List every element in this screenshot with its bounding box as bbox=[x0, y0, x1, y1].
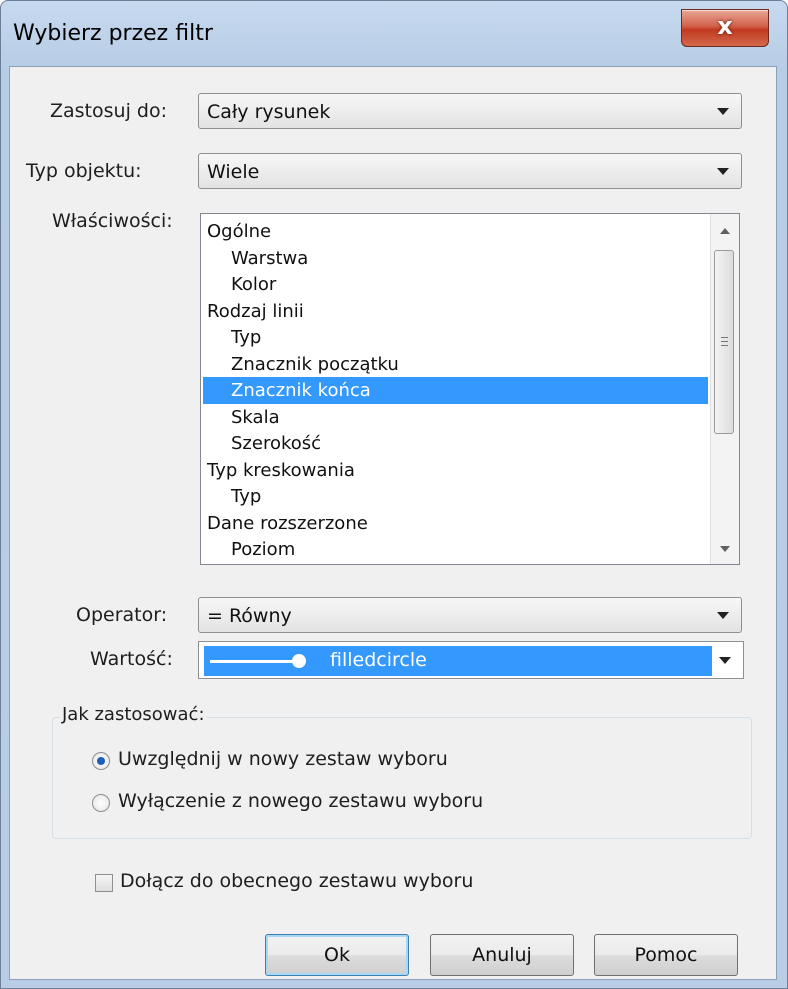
property-item[interactable]: Ogólne bbox=[203, 218, 271, 245]
property-item[interactable]: Szerokość bbox=[203, 430, 321, 457]
scroll-thumb[interactable] bbox=[714, 250, 734, 434]
ok-button[interactable]: Ok bbox=[265, 934, 409, 976]
properties-scrollbar[interactable] bbox=[710, 214, 739, 564]
property-item[interactable]: Poziom bbox=[203, 536, 295, 563]
property-item[interactable]: Dane rozszerzone bbox=[203, 510, 368, 537]
close-button[interactable]: x bbox=[681, 9, 769, 47]
append-checkbox-label[interactable]: Dołącz do obecnego zestawu wyboru bbox=[120, 870, 473, 892]
filled-circle-icon bbox=[292, 654, 306, 668]
property-item[interactable]: Znacznik końca bbox=[203, 377, 708, 404]
dialog-body: Zastosuj do: Cały rysunek Typ objektu: W… bbox=[9, 66, 777, 980]
property-item[interactable]: Hiperłącze bbox=[203, 563, 326, 565]
help-button[interactable]: Pomoc bbox=[594, 934, 738, 976]
operator-label: Operator: bbox=[76, 604, 168, 626]
window-title: Wybierz przez filtr bbox=[13, 21, 213, 46]
chevron-down-icon bbox=[719, 657, 731, 664]
object-type-value: Wiele bbox=[207, 161, 260, 183]
append-checkbox[interactable] bbox=[95, 874, 113, 892]
apply-to-value: Cały rysunek bbox=[207, 101, 331, 123]
scroll-down-icon[interactable] bbox=[720, 546, 730, 552]
properties-label: Właściwości: bbox=[52, 210, 173, 232]
property-item[interactable]: Typ bbox=[203, 483, 261, 510]
property-item[interactable]: Rodzaj linii bbox=[203, 298, 304, 325]
chevron-down-icon bbox=[717, 168, 729, 175]
title-bar[interactable]: Wybierz przez filtr x bbox=[1, 1, 787, 67]
close-icon: x bbox=[717, 12, 733, 40]
filter-dialog: Wybierz przez filtr x Zastosuj do: Cały … bbox=[0, 0, 788, 989]
property-item[interactable]: Skala bbox=[203, 404, 280, 431]
include-radio-label[interactable]: Uwzględnij w nowy zestaw wyboru bbox=[118, 748, 448, 770]
chevron-down-icon bbox=[717, 612, 729, 619]
property-item[interactable]: Typ kreskowania bbox=[203, 457, 355, 484]
property-item[interactable]: Warstwa bbox=[203, 245, 308, 272]
property-item[interactable]: Znacznik początku bbox=[203, 351, 399, 378]
value-text: filledcircle bbox=[330, 649, 427, 671]
cancel-button[interactable]: Anuluj bbox=[430, 934, 574, 976]
apply-to-label: Zastosuj do: bbox=[50, 100, 167, 122]
apply-mode-group bbox=[52, 717, 752, 839]
line-sample-icon bbox=[210, 660, 300, 663]
grip-line bbox=[721, 341, 728, 342]
property-item[interactable]: Typ bbox=[203, 324, 261, 351]
value-selected[interactable]: filledcircle bbox=[204, 646, 712, 676]
apply-mode-title: Jak zastosować: bbox=[60, 704, 207, 725]
value-label: Wartość: bbox=[90, 648, 173, 670]
include-radio[interactable] bbox=[92, 752, 110, 770]
exclude-radio[interactable] bbox=[92, 794, 110, 812]
object-type-select[interactable]: Wiele bbox=[198, 153, 742, 189]
grip-line bbox=[721, 345, 728, 346]
property-item[interactable]: Kolor bbox=[203, 271, 276, 298]
scroll-up-icon[interactable] bbox=[720, 228, 730, 234]
apply-to-select[interactable]: Cały rysunek bbox=[198, 93, 742, 129]
operator-select[interactable]: = Równy bbox=[198, 597, 742, 633]
object-type-label: Typ objektu: bbox=[26, 160, 142, 182]
grip-line bbox=[721, 337, 728, 338]
chevron-down-icon bbox=[717, 108, 729, 115]
exclude-radio-label[interactable]: Wyłączenie z nowego zestawu wyboru bbox=[118, 790, 483, 812]
properties-list[interactable]: Ogólne Warstwa Kolor Rodzaj linii Typ Znaczni… bbox=[200, 213, 740, 565]
operator-value: = Równy bbox=[207, 605, 292, 627]
